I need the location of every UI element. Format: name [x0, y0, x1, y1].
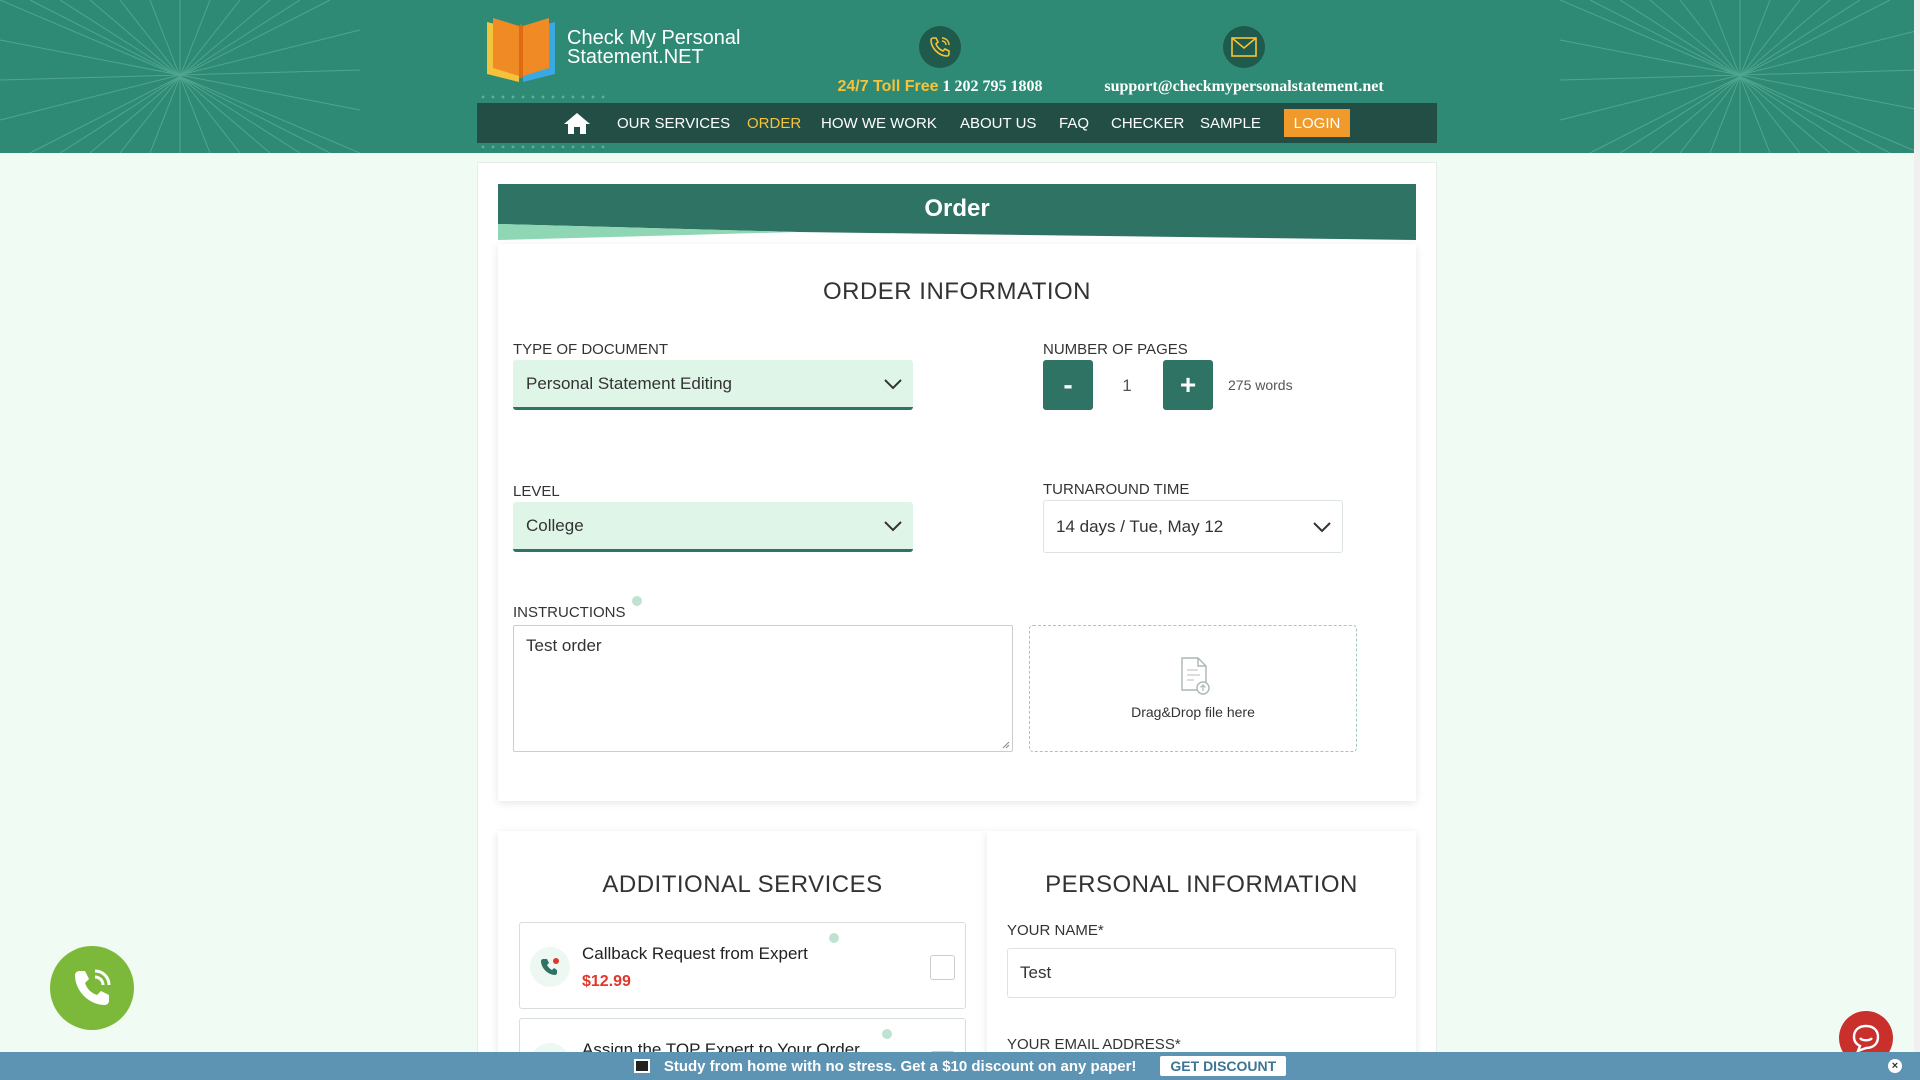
- turnaround-time-value: 14 days / Tue, May 12: [1056, 516, 1224, 536]
- phone-call-icon: [75, 969, 111, 1005]
- chevron-down-icon: [884, 520, 902, 531]
- nav-our-services[interactable]: OUR SERVICES: [617, 115, 730, 132]
- file-upload-icon: [1181, 657, 1210, 695]
- phone-icon: [919, 26, 961, 68]
- callback-checkbox[interactable]: [930, 955, 955, 980]
- level-label: LEVEL: [513, 483, 560, 500]
- your-email-label: YOUR EMAIL ADDRESS*: [1007, 1036, 1181, 1053]
- your-name-label: YOUR NAME*: [1007, 922, 1104, 939]
- nav-faq[interactable]: FAQ: [1059, 115, 1089, 132]
- chat-icon: [1852, 1024, 1880, 1053]
- nav-about-us[interactable]: ABOUT US: [960, 115, 1036, 132]
- book-logo-icon: [487, 18, 555, 82]
- turnaround-time-select[interactable]: 14 days / Tue, May 12: [1043, 500, 1343, 553]
- chevron-down-icon: [1313, 521, 1331, 532]
- banner-wave: [498, 224, 1416, 244]
- type-of-document-value: Personal Statement Editing: [526, 373, 733, 393]
- envelope-icon: [1223, 26, 1265, 68]
- page-scrollbar[interactable]: [1914, 0, 1920, 1080]
- turnaround-time-label: TURNAROUND TIME: [1043, 481, 1190, 498]
- call-button[interactable]: [50, 946, 134, 1030]
- logo-line-2: Statement.NET: [567, 46, 704, 68]
- decrease-pages-button[interactable]: -: [1043, 360, 1093, 410]
- callback-info-icon[interactable]: [829, 933, 839, 943]
- callback-icon: [530, 947, 570, 987]
- get-discount-button[interactable]: GET DISCOUNT: [1160, 1056, 1287, 1076]
- resize-grip-icon[interactable]: [1002, 741, 1010, 749]
- service-callback-price: $12.99: [582, 973, 631, 990]
- increase-pages-button[interactable]: +: [1163, 360, 1213, 410]
- toll-free-label: 24/7 Toll Free: [837, 78, 939, 95]
- laptop-icon: [633, 1059, 650, 1073]
- home-icon[interactable]: [562, 111, 592, 135]
- personal-information-heading: PERSONAL INFORMATION: [1045, 871, 1358, 898]
- instructions-label: INSTRUCTIONS: [513, 604, 626, 621]
- email-contact[interactable]: support@checkmypersonalstatement.net: [1094, 26, 1394, 96]
- order-panel: Order ORDER INFORMATION TYPE OF DOCUMENT…: [477, 162, 1437, 1080]
- level-value: College: [526, 515, 584, 535]
- dropzone-text: Drag&Drop file here: [1131, 704, 1255, 720]
- site-header: Check My Personal Statement.NET 24/7 Tol…: [0, 0, 1920, 153]
- order-banner: Order: [498, 184, 1416, 244]
- phone-number[interactable]: 1 202 795 1808: [943, 78, 1043, 95]
- order-information-heading: ORDER INFORMATION: [822, 278, 1092, 305]
- additional-services-heading: ADDITIONAL SERVICES: [602, 871, 883, 898]
- type-of-document-select[interactable]: Personal Statement Editing: [513, 360, 913, 410]
- file-dropzone[interactable]: Drag&Drop file here: [1029, 625, 1357, 752]
- service-callback-request[interactable]: Callback Request from Expert $12.99: [519, 922, 966, 1009]
- site-logo[interactable]: Check My Personal Statement.NET: [483, 12, 753, 84]
- additional-services-card: ADDITIONAL SERVICES Callback Request fro…: [498, 831, 987, 1080]
- promo-text: Study from home with no stress. Get a $1…: [663, 1057, 1137, 1075]
- header-decoration-left: [0, 0, 360, 153]
- your-name-input[interactable]: Test: [1007, 948, 1396, 998]
- word-count: 275 words: [1228, 377, 1293, 393]
- top-expert-info-icon[interactable]: [882, 1029, 892, 1039]
- pages-count[interactable]: 1: [1112, 376, 1142, 396]
- close-icon[interactable]: ×: [1888, 1059, 1902, 1073]
- instructions-value: Test order: [526, 636, 602, 655]
- type-of-document-label: TYPE OF DOCUMENT: [513, 341, 669, 358]
- your-name-value: Test: [1020, 963, 1052, 982]
- nav-how-we-work[interactable]: HOW WE WORK: [821, 115, 937, 132]
- main-nav: OUR SERVICES ORDER HOW WE WORK ABOUT US …: [477, 103, 1437, 143]
- number-of-pages-label: NUMBER OF PAGES: [1043, 341, 1188, 358]
- personal-information-card: PERSONAL INFORMATION YOUR NAME* Test YOU…: [987, 831, 1416, 1080]
- instructions-textarea[interactable]: Test order: [513, 625, 1013, 752]
- level-select[interactable]: College: [513, 502, 913, 552]
- support-email[interactable]: support@checkmypersonalstatement.net: [1094, 78, 1394, 96]
- login-button[interactable]: LOGIN: [1284, 109, 1350, 137]
- nav-order[interactable]: ORDER: [747, 115, 801, 132]
- instructions-info-icon[interactable]: [632, 596, 642, 606]
- promo-bar: Study from home with no stress. Get a $1…: [0, 1052, 1920, 1080]
- phone-contact[interactable]: 24/7 Toll Free 1 202 795 1808: [830, 26, 1050, 96]
- nav-checker[interactable]: CHECKER: [1111, 115, 1184, 132]
- service-callback-title: Callback Request from Expert: [582, 944, 808, 963]
- header-decoration-right: [1560, 0, 1920, 153]
- nav-sample[interactable]: SAMPLE: [1200, 115, 1261, 132]
- order-information-card: ORDER INFORMATION TYPE OF DOCUMENT Perso…: [498, 244, 1416, 801]
- chevron-down-icon: [884, 378, 902, 389]
